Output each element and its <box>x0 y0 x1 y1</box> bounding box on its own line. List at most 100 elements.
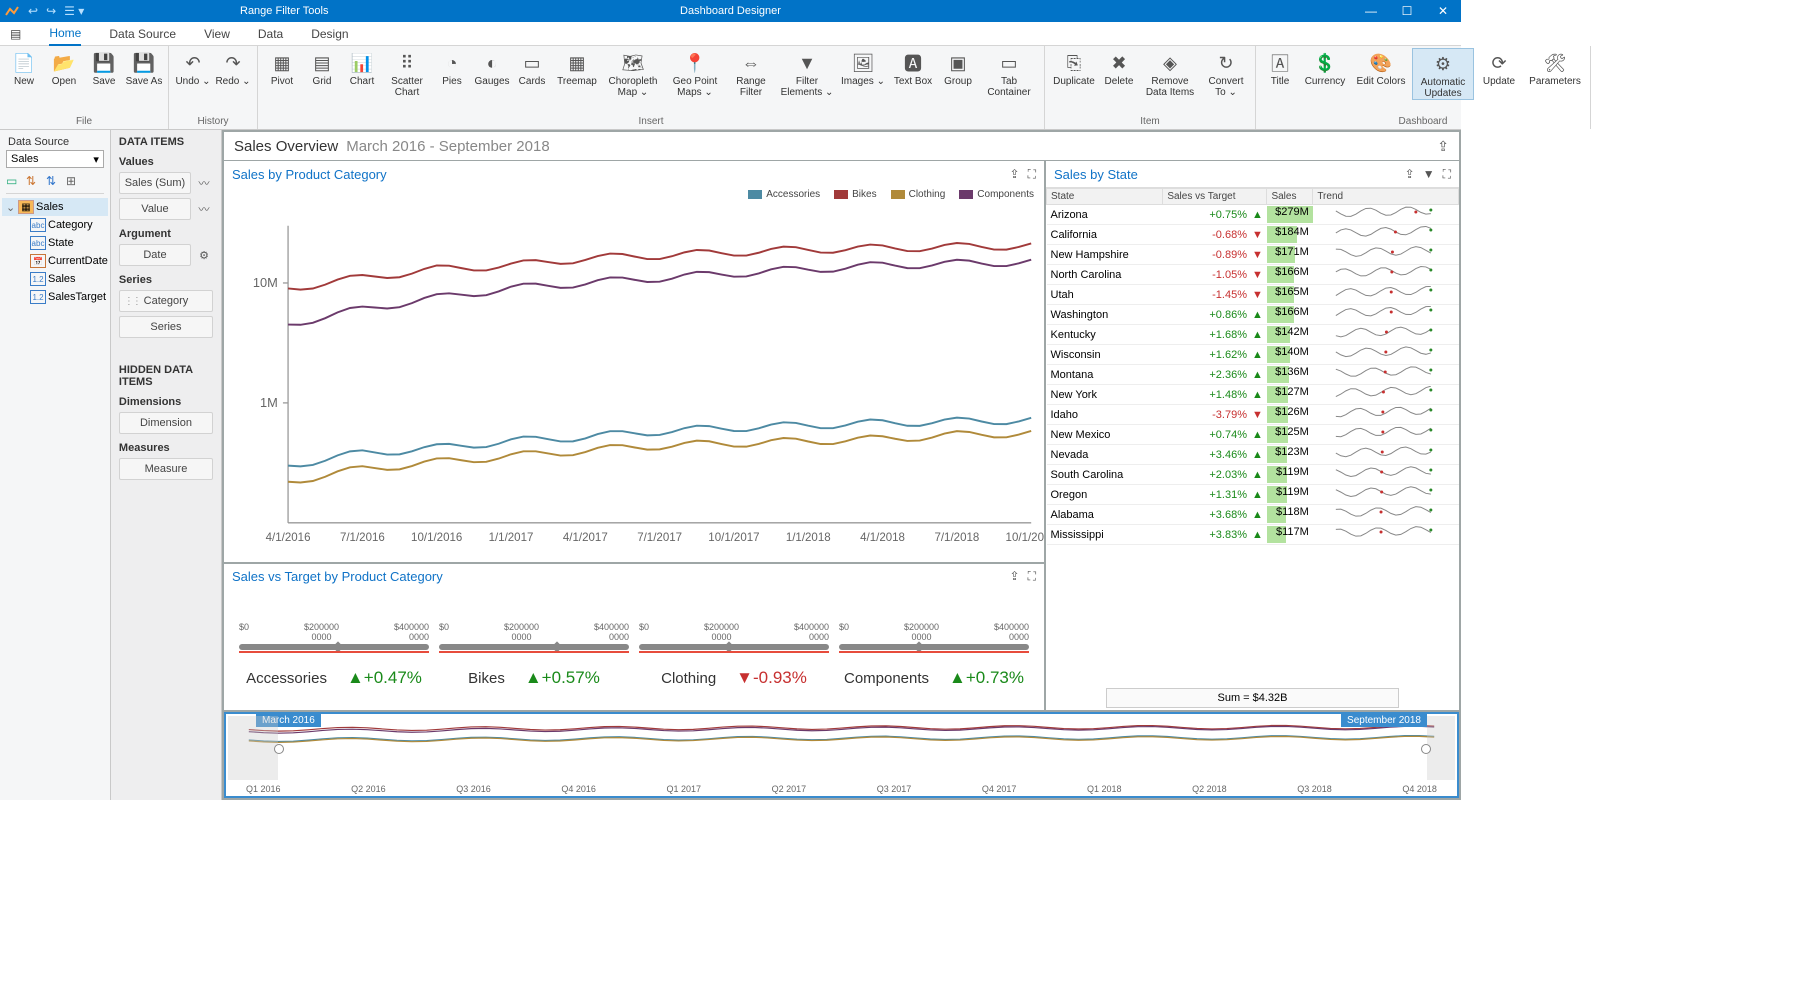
parameters-button[interactable]: 🛠Parameters <box>1524 48 1586 87</box>
tab-data-source[interactable]: Data Source <box>109 23 176 45</box>
new-button[interactable]: 📄New <box>4 48 44 87</box>
minimize-icon[interactable]: — <box>1353 0 1389 22</box>
column-header[interactable]: State <box>1047 189 1163 205</box>
close-icon[interactable]: ✕ <box>1425 0 1461 22</box>
redo-button[interactable]: ↷Redo ⌄ <box>213 48 253 87</box>
data-source-combo[interactable]: Sales ▾ <box>6 150 104 168</box>
qat-redo-icon[interactable]: ↪ <box>46 4 56 18</box>
expand-icon[interactable]: ⌄ <box>6 201 18 214</box>
images-button[interactable]: 🖼Images ⌄ <box>838 48 888 87</box>
column-header[interactable]: Sales vs Target <box>1163 189 1267 205</box>
tab-home[interactable]: Home <box>49 22 81 46</box>
table-row[interactable]: Utah -1.45% $165M <box>1047 285 1459 305</box>
maximize-icon[interactable]: ⛶ <box>1028 569 1036 584</box>
data-item-pill[interactable]: Dimension <box>119 412 213 434</box>
table-row[interactable]: California -0.68% $184M <box>1047 225 1459 245</box>
textbox-button[interactable]: 🅰Text Box <box>888 48 938 87</box>
export-icon[interactable]: ⇪ <box>1010 167 1020 182</box>
export-icon[interactable]: ⇪ <box>1010 569 1020 584</box>
legend-item[interactable]: Accessories <box>748 189 820 200</box>
table-row[interactable]: New Mexico +0.74% $125M <box>1047 425 1459 445</box>
data-item-pill[interactable]: Series <box>119 316 213 338</box>
export-icon[interactable]: ⇪ <box>1437 138 1449 155</box>
group-icon[interactable]: ⊞ <box>66 174 82 190</box>
range-end-label[interactable]: September 2018 <box>1341 714 1427 727</box>
data-item-pill[interactable]: Date <box>119 244 191 266</box>
data-item-pill[interactable]: Sales (Sum) <box>119 172 191 194</box>
table-row[interactable]: North Carolina -1.05% $166M <box>1047 265 1459 285</box>
rangefilter-button[interactable]: ⇔RangeFilter <box>726 48 776 98</box>
table-row[interactable]: Wisconsin +1.62% $140M <box>1047 345 1459 365</box>
column-header[interactable]: Sales <box>1267 189 1313 205</box>
chart-button[interactable]: 📊Chart <box>342 48 382 87</box>
grid-button[interactable]: ▤Grid <box>302 48 342 87</box>
gauge-item[interactable]: $0$200000 0000$400000 0000 Components ▲+… <box>834 622 1034 688</box>
save-button[interactable]: 💾Save <box>84 48 124 87</box>
export-icon[interactable]: ⇪ <box>1405 167 1415 182</box>
autoupdate-button[interactable]: ⚙AutomaticUpdates <box>1412 48 1474 100</box>
table-row[interactable]: Kentucky +1.68% $142M <box>1047 325 1459 345</box>
delete-button[interactable]: ✖Delete <box>1099 48 1139 87</box>
tabcontainer-button[interactable]: ▭Tab Container <box>978 48 1040 98</box>
column-header[interactable]: Trend <box>1313 189 1459 205</box>
treemap-button[interactable]: ▦Treemap <box>552 48 602 87</box>
table-row[interactable]: Arizona +0.75% $279M <box>1047 205 1459 225</box>
undo-button[interactable]: ↶Undo ⌄ <box>173 48 213 87</box>
filter-icon[interactable]: ▭ <box>6 174 22 190</box>
tree-root-sales[interactable]: ⌄ ▦ Sales <box>2 198 108 216</box>
line-chart[interactable]: AccessoriesBikesClothingComponents 1M10M… <box>224 187 1044 562</box>
scatter-button[interactable]: ⠿ScatterChart <box>382 48 432 98</box>
qat-undo-icon[interactable]: ↩ <box>28 4 38 18</box>
geopoint-button[interactable]: 📍Geo PointMaps ⌄ <box>664 48 726 98</box>
tree-field[interactable]: 1.2SalesTarget <box>2 288 108 306</box>
duplicate-button[interactable]: ⎘Duplicate <box>1049 48 1099 87</box>
tree-field[interactable]: 1.2Sales <box>2 270 108 288</box>
tab-view[interactable]: View <box>204 23 230 45</box>
pill-option-icon[interactable]: 〰 <box>195 200 213 218</box>
pivot-button[interactable]: ▦Pivot <box>262 48 302 87</box>
table-row[interactable]: New York +1.48% $127M <box>1047 385 1459 405</box>
table-row[interactable]: Idaho -3.79% $126M <box>1047 405 1459 425</box>
table-row[interactable]: Oregon +1.31% $119M <box>1047 485 1459 505</box>
table-row[interactable]: New Hampshire -0.89% $171M <box>1047 245 1459 265</box>
currency-button[interactable]: 💲Currency <box>1300 48 1350 87</box>
file-menu-icon[interactable]: ▤ <box>10 23 21 45</box>
range-filter[interactable]: March 2016 September 2018 Q1 2016Q2 2016… <box>224 712 1459 798</box>
maximize-icon[interactable]: ⛶ <box>1443 167 1451 182</box>
removedata-button[interactable]: ◈RemoveData Items <box>1139 48 1201 98</box>
qat-customize-icon[interactable]: ☰ ▾ <box>64 4 84 18</box>
tab-design[interactable]: Design <box>311 23 348 45</box>
gauge-item[interactable]: $0$200000 0000$400000 0000 Bikes ▲+0.57% <box>434 622 634 688</box>
maximize-icon[interactable]: ⛶ <box>1028 167 1036 182</box>
update-button[interactable]: ⟳Update <box>1474 48 1524 87</box>
range-handle-right[interactable] <box>1421 744 1431 754</box>
filter-icon[interactable]: ▼ <box>1423 167 1435 182</box>
state-table[interactable]: StateSales vs TargetSalesTrend Arizona +… <box>1046 187 1459 686</box>
tree-field[interactable]: 📅CurrentDate <box>2 252 108 270</box>
sort-desc-icon[interactable]: ⇅ <box>46 174 62 190</box>
group-button[interactable]: ▣Group <box>938 48 978 87</box>
convertto-button[interactable]: ↻ConvertTo ⌄ <box>1201 48 1251 98</box>
gauge-item[interactable]: $0$200000 0000$400000 0000 Accessories ▲… <box>234 622 434 688</box>
choropleth-button[interactable]: 🗺ChoroplethMap ⌄ <box>602 48 664 98</box>
table-row[interactable]: Mississippi +3.83% $117M <box>1047 525 1459 545</box>
data-item-pill[interactable]: Value <box>119 198 191 220</box>
open-button[interactable]: 📂Open <box>44 48 84 87</box>
tree-field[interactable]: abcState <box>2 234 108 252</box>
gauge-item[interactable]: $0$200000 0000$400000 0000 Clothing ▼-0.… <box>634 622 834 688</box>
legend-item[interactable]: Bikes <box>834 189 876 200</box>
cards-button[interactable]: ▭Cards <box>512 48 552 87</box>
editcolors-button[interactable]: 🎨Edit Colors <box>1350 48 1412 87</box>
table-row[interactable]: Nevada +3.46% $123M <box>1047 445 1459 465</box>
range-handle-left[interactable] <box>274 744 284 754</box>
pies-button[interactable]: ◔Pies <box>432 48 472 87</box>
table-row[interactable]: Alabama +3.68% $118M <box>1047 505 1459 525</box>
tab-data[interactable]: Data <box>258 23 283 45</box>
sort-asc-icon[interactable]: ⇅ <box>26 174 42 190</box>
data-item-pill[interactable]: Category <box>119 290 213 312</box>
tree-field[interactable]: abcCategory <box>2 216 108 234</box>
legend-item[interactable]: Components <box>959 189 1034 200</box>
title-button[interactable]: 🄰Title <box>1260 48 1300 87</box>
save-as-button[interactable]: 💾Save As <box>124 48 164 87</box>
pill-option-icon[interactable]: 〰 <box>195 174 213 192</box>
